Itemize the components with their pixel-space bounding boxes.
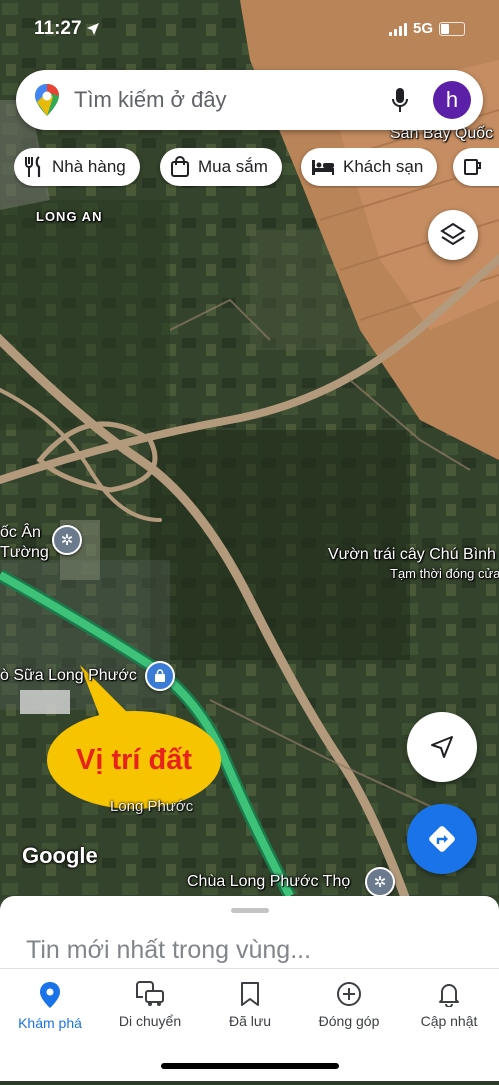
layers-icon [440, 222, 466, 246]
battery-icon [439, 21, 465, 36]
sheet-drag-handle[interactable] [231, 908, 269, 913]
signal-icon [388, 22, 407, 36]
home-indicator[interactable] [161, 1063, 339, 1069]
layers-button[interactable] [428, 210, 478, 260]
chip-label: Nhà hàng [52, 157, 126, 176]
chip-label: Mua sắm [198, 157, 268, 176]
navigation-arrow-icon [431, 736, 453, 758]
chip-more[interactable] [453, 148, 499, 186]
nav-label: Di chuyển [118, 1013, 182, 1029]
chip-label: Khách sạn [343, 157, 424, 176]
directions-button[interactable] [407, 804, 477, 874]
label-orchard-status: Tạm thời đóng cửa [390, 566, 499, 581]
label-orchard[interactable]: Vườn trái cây Chú Bình [328, 546, 496, 564]
bed-icon [312, 160, 334, 175]
nav-label: Khám phá [18, 1015, 82, 1031]
pagoda-gear-icon[interactable]: ✲ [365, 867, 395, 897]
bookmark-icon [241, 982, 259, 1006]
search-bar[interactable]: Tìm kiếm ở đây h [16, 70, 483, 130]
google-logo: Google [22, 843, 98, 868]
poi-gear-icon[interactable]: ✲ [52, 525, 82, 555]
label-dairy[interactable]: ò Sữa Long Phước [0, 667, 137, 685]
status-time: 11:27 [34, 18, 82, 39]
chip-restaurants[interactable]: Nhà hàng [14, 148, 140, 186]
nav-saved[interactable]: Đã lưu [200, 969, 300, 1039]
label-pagoda[interactable]: Chùa Long Phước Thọ [187, 873, 350, 891]
network-type: 5G [412, 20, 433, 37]
nav-updates[interactable]: Cập nhật [399, 969, 499, 1039]
nav-label: Đóng góp [318, 1013, 380, 1029]
shopping-bag-icon[interactable] [145, 661, 175, 691]
directions-icon [429, 826, 455, 852]
location-arrow-icon [87, 23, 99, 35]
label-poi-left-1[interactable]: ốc Ân [0, 524, 41, 542]
nav-label: Đã lưu [228, 1013, 272, 1029]
nav-label: Cập nhật [420, 1013, 478, 1029]
nav-contribute[interactable]: Đóng góp [299, 969, 399, 1039]
label-region: LONG AN [36, 209, 103, 224]
nav-explore[interactable]: Khám phá [0, 969, 100, 1039]
avatar[interactable]: h [433, 81, 471, 119]
land-location-callout: Vị trí đất [75, 743, 192, 776]
label-poi-left-2[interactable]: Tường [0, 544, 49, 562]
commute-icon [136, 981, 164, 1006]
sheet-title: Tin mới nhất trong vùng... [26, 936, 312, 964]
my-location-button[interactable] [407, 712, 477, 782]
location-pin-icon [40, 982, 60, 1008]
status-bar: 11:27 5G [0, 0, 499, 52]
nav-commute[interactable]: Di chuyển [100, 969, 200, 1039]
bell-icon [439, 984, 459, 1007]
shopping-bag-icon [171, 156, 189, 177]
chip-hotels[interactable]: Khách sạn [301, 148, 438, 186]
fork-knife-icon [25, 156, 41, 177]
coffee-icon [464, 159, 481, 175]
microphone-icon[interactable] [391, 87, 409, 113]
category-chips: Nhà hàng Mua sắm Khách sạn [14, 148, 499, 188]
search-input[interactable]: Tìm kiếm ở đây [74, 87, 391, 113]
chip-shopping[interactable]: Mua sắm [160, 148, 282, 186]
google-maps-pin-icon [35, 84, 59, 116]
status-indicators: 5G [388, 20, 465, 37]
add-circle-icon [337, 982, 361, 1006]
